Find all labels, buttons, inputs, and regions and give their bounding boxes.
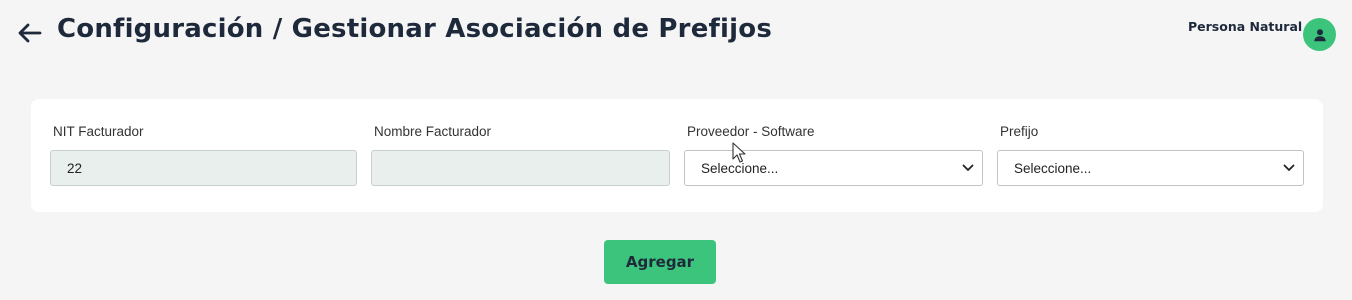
proveedor-select[interactable]: Seleccione... <box>684 150 983 186</box>
user-icon <box>1313 28 1326 41</box>
nombre-label: Nombre Facturador <box>374 124 492 139</box>
nit-input[interactable]: 22 <box>50 150 357 186</box>
prefijo-selected: Seleccione... <box>1014 160 1092 176</box>
arrow-left-icon <box>18 23 42 43</box>
prefijo-label: Prefijo <box>1000 124 1039 139</box>
nit-label: NIT Facturador <box>53 124 144 139</box>
mouse-cursor-icon <box>732 142 746 163</box>
chevron-down-icon <box>962 161 976 175</box>
prefijo-select[interactable]: Seleccione... <box>997 150 1304 186</box>
page-header: Configuración / Gestionar Asociación de … <box>0 0 1352 70</box>
add-button[interactable]: Agregar <box>604 240 716 284</box>
page-title: Configuración / Gestionar Asociación de … <box>57 14 773 44</box>
chevron-down-icon <box>1283 161 1297 175</box>
user-name: Persona Natural <box>1188 19 1303 34</box>
proveedor-label: Proveedor - Software <box>687 124 815 139</box>
avatar[interactable] <box>1303 18 1336 51</box>
back-button[interactable] <box>14 18 44 48</box>
nit-value: 22 <box>67 160 83 176</box>
prefix-association-form: NIT Facturador 22 Nombre Facturador Prov… <box>31 99 1323 212</box>
nombre-input[interactable] <box>371 150 670 186</box>
